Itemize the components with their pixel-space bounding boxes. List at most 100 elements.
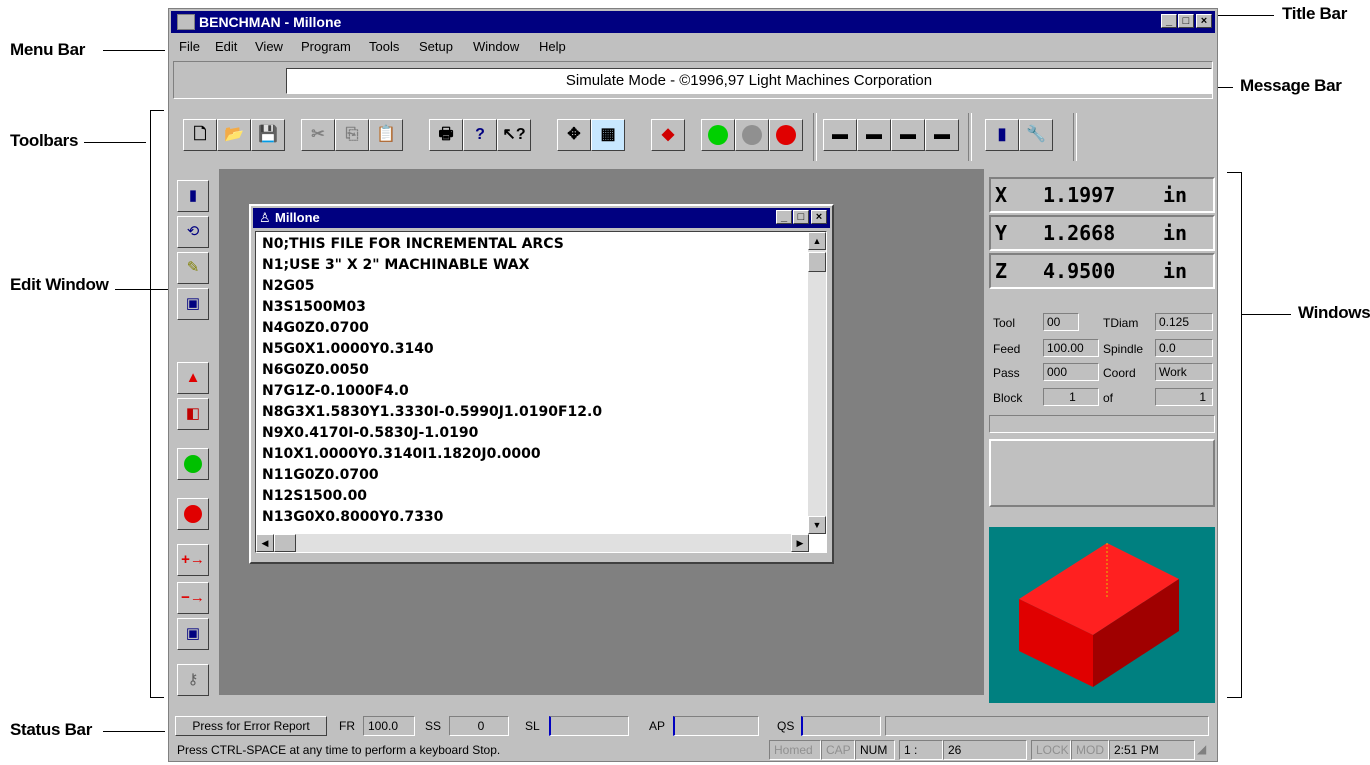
menu-help[interactable]: Help xyxy=(539,39,566,54)
help-button[interactable]: ? xyxy=(463,119,497,151)
annotation-line xyxy=(103,50,165,51)
maximize-icon[interactable]: □ xyxy=(1178,14,1194,28)
lock-screen-button[interactable]: ▣ xyxy=(177,288,209,320)
feed-decrease-button[interactable]: −→ xyxy=(177,582,209,614)
tool-value: 00 xyxy=(1043,313,1079,331)
code-line: N9X0.4170I-0.5830J-1.0190 xyxy=(262,425,479,441)
code-line: N8G3X1.5830Y1.3330I-0.5990J1.0190F12.0 xyxy=(262,404,603,420)
fixture-4-button[interactable]: ▬ xyxy=(925,119,959,151)
context-help-button[interactable]: ↖? xyxy=(497,119,531,151)
menu-bar: File Edit View Program Tools Setup Windo… xyxy=(171,35,1215,57)
menu-file[interactable]: File xyxy=(179,39,200,54)
fixture-2-button[interactable]: ▬ xyxy=(857,119,891,151)
feed-value: 100.00 xyxy=(1043,339,1099,357)
panel-button[interactable]: ▦ xyxy=(591,119,625,151)
ss-value: 0 xyxy=(449,716,509,736)
edit-window: ♙ Millone _ □ × N0;THIS FILE FOR INCREME… xyxy=(249,204,834,564)
coord-label: Coord xyxy=(1103,366,1136,380)
annotation-bracket xyxy=(150,697,164,698)
toolbar-separator xyxy=(813,113,817,161)
y-position-readout: Y 1.2668 in xyxy=(989,215,1215,251)
title-bar[interactable]: BENCHMAN - Millone _ □ × xyxy=(171,11,1215,33)
emergency-stop-button[interactable]: ▲ xyxy=(177,362,209,394)
code-line: N12S1500.00 xyxy=(262,488,368,504)
open-file-button[interactable]: 📂 xyxy=(217,119,251,151)
block-label: Block xyxy=(993,391,1023,405)
scroll-thumb[interactable] xyxy=(808,252,826,272)
edit-minimize-icon[interactable]: _ xyxy=(776,210,792,224)
machine-button[interactable]: ▮ xyxy=(985,119,1019,151)
annotation-toolbars: Toolbars xyxy=(10,131,79,150)
scroll-up-icon[interactable]: ▲ xyxy=(808,232,826,250)
annotation-line xyxy=(1241,314,1291,315)
message-text: Simulate Mode - ©1996,97 Light Machines … xyxy=(286,68,1212,94)
fr-value: 100.0 xyxy=(363,716,415,736)
paste-button[interactable]: 📋 xyxy=(369,119,403,151)
app-icon[interactable] xyxy=(177,14,195,30)
resize-grip-icon[interactable]: ◢ xyxy=(1197,742,1206,756)
menu-edit[interactable]: Edit xyxy=(215,39,237,54)
jog-button[interactable]: ✥ xyxy=(557,119,591,151)
tdiam-label: TDiam xyxy=(1103,316,1139,330)
scroll-left-icon[interactable]: ◀ xyxy=(256,534,274,552)
window-title: BENCHMAN - Millone xyxy=(199,14,342,30)
x-axis-unit: in xyxy=(1163,183,1188,207)
machine-reset-button[interactable]: ⟲ xyxy=(177,216,209,248)
fixture-3-button[interactable]: ▬ xyxy=(891,119,925,151)
block-value: 1 xyxy=(1043,388,1099,406)
z-axis-label: Z xyxy=(995,259,1008,283)
code-editor[interactable]: N0;THIS FILE FOR INCREMENTAL ARCS N1;USE… xyxy=(255,231,827,553)
cycle-start-button[interactable] xyxy=(177,448,209,480)
menu-window[interactable]: Window xyxy=(473,39,519,54)
error-report-button[interactable]: Press for Error Report xyxy=(175,716,327,736)
lock-button[interactable]: ▣ xyxy=(177,618,209,650)
horizontal-scrollbar[interactable]: ◀ ▶ xyxy=(256,534,809,552)
annotation-bracket xyxy=(150,110,151,698)
code-line: N7G1Z-0.1000F4.0 xyxy=(262,383,409,399)
hscroll-thumb[interactable] xyxy=(274,534,296,552)
code-line: N6G0Z0.0050 xyxy=(262,362,369,378)
3d-view[interactable] xyxy=(989,527,1215,703)
menu-setup[interactable]: Setup xyxy=(419,39,453,54)
benchman-window: BENCHMAN - Millone _ □ × File Edit View … xyxy=(168,8,1218,762)
edit-maximize-icon[interactable]: □ xyxy=(793,210,809,224)
homed-indicator: Homed xyxy=(769,740,821,760)
tool-change-button[interactable]: ◆ xyxy=(651,119,685,151)
menu-view[interactable]: View xyxy=(255,39,283,54)
annotation-title-bar: Title Bar xyxy=(1282,4,1348,23)
menu-tools[interactable]: Tools xyxy=(369,39,399,54)
close-icon[interactable]: × xyxy=(1196,14,1212,28)
sl-meter xyxy=(549,716,629,736)
qs-label: QS xyxy=(777,719,795,733)
cycle-stop-button[interactable] xyxy=(177,498,209,530)
edit-window-titlebar[interactable]: ♙ Millone _ □ × xyxy=(253,208,830,228)
copy-button[interactable]: ⎘ xyxy=(335,119,369,151)
door-button[interactable]: ◧ xyxy=(177,398,209,430)
edit-close-icon[interactable]: × xyxy=(811,210,827,224)
message-bar: Simulate Mode - ©1996,97 Light Machines … xyxy=(173,61,1213,99)
scroll-down-icon[interactable]: ▼ xyxy=(808,516,826,534)
key-button[interactable]: ⚷ xyxy=(177,664,209,696)
annotation-menu-bar: Menu Bar xyxy=(10,40,86,59)
print-button[interactable]: 🖶 xyxy=(429,119,463,151)
lock-indicator: LOCK xyxy=(1031,740,1071,760)
stop-button[interactable] xyxy=(769,119,803,151)
tool-label: Tool xyxy=(993,316,1016,330)
pause-button[interactable] xyxy=(735,119,769,151)
menu-program[interactable]: Program xyxy=(301,39,351,54)
vertical-scrollbar[interactable]: ▲ ▼ xyxy=(808,232,826,534)
new-file-button[interactable]: 🗋 xyxy=(183,119,217,151)
minimize-icon[interactable]: _ xyxy=(1161,14,1177,28)
feed-increase-button[interactable]: +→ xyxy=(177,544,209,576)
save-button[interactable]: 💾 xyxy=(251,119,285,151)
scroll-right-icon[interactable]: ▶ xyxy=(791,534,809,552)
cut-button[interactable]: ✂ xyxy=(301,119,335,151)
probe-button[interactable]: ✎ xyxy=(177,252,209,284)
start-button[interactable] xyxy=(701,119,735,151)
fixture-1-button[interactable]: ▬ xyxy=(823,119,857,151)
annotation-line xyxy=(103,731,165,732)
settings-wrench-button[interactable]: 🔧 xyxy=(1019,119,1053,151)
annotation-message-bar: Message Bar xyxy=(1240,76,1342,95)
z-axis-unit: in xyxy=(1163,259,1188,283)
machine-home-button[interactable]: ▮ xyxy=(177,180,209,212)
